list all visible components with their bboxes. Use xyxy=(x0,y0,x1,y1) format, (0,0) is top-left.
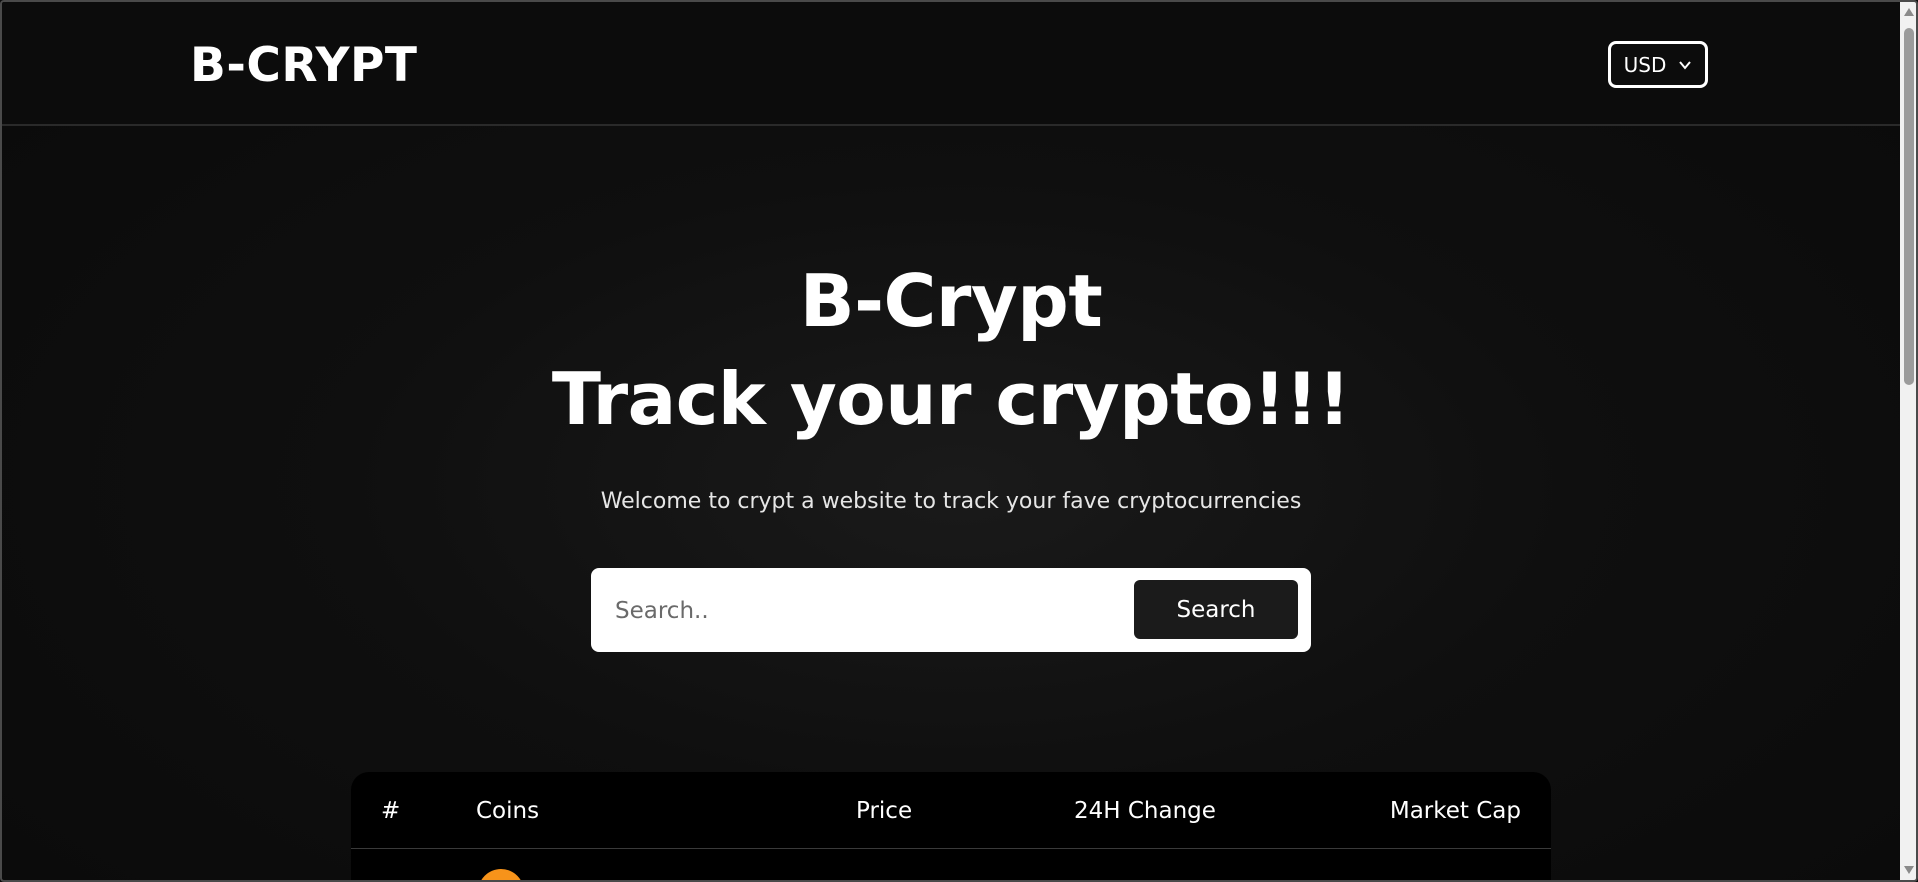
scrollbar-thumb[interactable] xyxy=(1904,28,1914,385)
column-header-market-cap: Market Cap xyxy=(1389,798,1521,824)
hero-title-line2: Track your crypto!!! xyxy=(551,357,1351,441)
scroll-up-arrow-icon[interactable] xyxy=(1904,8,1914,16)
scroll-down-arrow-icon[interactable] xyxy=(1904,866,1914,874)
hero-title-line1: B-Crypt xyxy=(799,259,1103,343)
chevron-down-icon xyxy=(1679,60,1692,70)
navbar: B-CRYPT USD xyxy=(2,2,1900,126)
logo[interactable]: B-CRYPT xyxy=(190,38,417,93)
bitcoin-icon xyxy=(478,869,524,880)
table-header: # Coins Price 24H Change Market Cap xyxy=(351,772,1551,849)
hero-title: B-Crypt Track your crypto!!! xyxy=(2,252,1900,448)
coin-table: # Coins Price 24H Change Market Cap xyxy=(351,772,1551,880)
vertical-scrollbar[interactable] xyxy=(1900,2,1916,880)
search-button[interactable]: Search xyxy=(1134,580,1298,639)
search-input[interactable] xyxy=(613,580,1117,642)
currency-select[interactable]: USD xyxy=(1608,41,1708,88)
column-header-rank: # xyxy=(381,798,401,824)
column-header-24h-change: 24H Change xyxy=(1074,798,1216,824)
column-header-coins: Coins xyxy=(476,798,540,824)
search-form: Search xyxy=(591,568,1311,652)
browser-viewport: B-CRYPT USD B-Crypt Track your crypto!!!… xyxy=(0,0,1918,882)
hero-subtitle: Welcome to crypt a website to track your… xyxy=(600,489,1302,514)
currency-selected-value: USD xyxy=(1623,52,1667,77)
column-header-price: Price xyxy=(856,798,913,824)
